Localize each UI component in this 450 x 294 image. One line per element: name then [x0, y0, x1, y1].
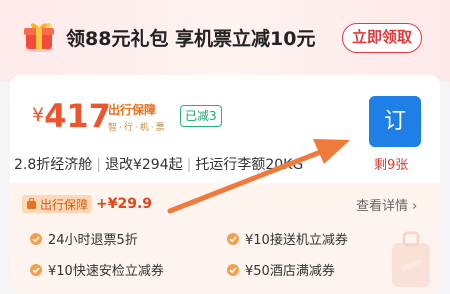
- protection-logo-title: 出行保障: [108, 103, 157, 117]
- travel-protection-logo: 出行保障 智·行·机·票: [108, 101, 170, 133]
- banner-promo-text: 领88元礼包 享机票立减10元: [66, 28, 316, 50]
- discount-badge: 已减3: [180, 105, 222, 127]
- ticket-info-line: 2.8折经济舱 | 退改¥294起 | 托运行李额20KG: [14, 154, 303, 174]
- protection-logo-subtitle: 智·行·机·票: [108, 123, 167, 133]
- view-details-label: 查看详情: [356, 199, 409, 214]
- benefit-text: ¥10快速安检立减券: [48, 264, 164, 279]
- book-button[interactable]: 订: [369, 96, 421, 147]
- protection-plan-price: +¥29.9: [96, 196, 153, 212]
- benefit-text: 24小时退票5折: [48, 233, 138, 248]
- benefit-item: 24小时退票5折: [30, 229, 138, 248]
- protection-plan-badge: 出行保障: [22, 195, 93, 213]
- view-details-link[interactable]: 查看详情 ›: [356, 195, 417, 214]
- price: ¥417: [32, 97, 111, 135]
- benefit-item: ¥10接送机立减券: [227, 229, 348, 248]
- claim-now-button[interactable]: 立即领取: [342, 23, 422, 53]
- gift-box-icon: [24, 23, 54, 52]
- cabin-discount: 2.8折经济舱: [14, 157, 93, 173]
- protection-benefits-panel[interactable]: 出行保障 +¥29.9 查看详情 › 24小时退票5折 ¥10接送机立减券 ¥1…: [10, 183, 440, 294]
- check-circle-icon: [30, 232, 42, 245]
- promo-banner[interactable]: 领88元礼包 享机票立减10元 立即领取: [0, 0, 450, 82]
- chevron-right-icon: ›: [412, 199, 418, 214]
- benefit-item: ¥10快速安检立减券: [30, 260, 164, 279]
- divider: |: [96, 157, 101, 173]
- benefit-item: ¥50酒店满减券: [227, 260, 335, 279]
- check-circle-icon: [227, 263, 239, 276]
- flight-ticket-card: ¥417 出行保障 智·行·机·票 已减3 2.8折经济舱 | 退改¥294起 | 托运…: [10, 75, 440, 294]
- price-value: 417: [44, 97, 111, 135]
- check-circle-icon: [227, 232, 239, 245]
- benefit-text: ¥10接送机立减券: [245, 233, 348, 248]
- check-circle-icon: [30, 263, 42, 276]
- benefit-text: ¥50酒店满减券: [245, 264, 335, 279]
- seats-remaining: 剩9张: [374, 158, 409, 173]
- currency-symbol: ¥: [32, 104, 45, 126]
- protection-plan-label: 出行保障: [40, 197, 89, 212]
- protection-plan: 出行保障 +¥29.9: [22, 194, 152, 214]
- baggage-info[interactable]: 托运行李额20KG: [195, 157, 303, 173]
- bag-icon: [27, 198, 36, 209]
- divider: |: [186, 157, 192, 173]
- refund-info[interactable]: 退改¥294起: [105, 157, 183, 173]
- luggage-watermark-icon: [392, 231, 430, 287]
